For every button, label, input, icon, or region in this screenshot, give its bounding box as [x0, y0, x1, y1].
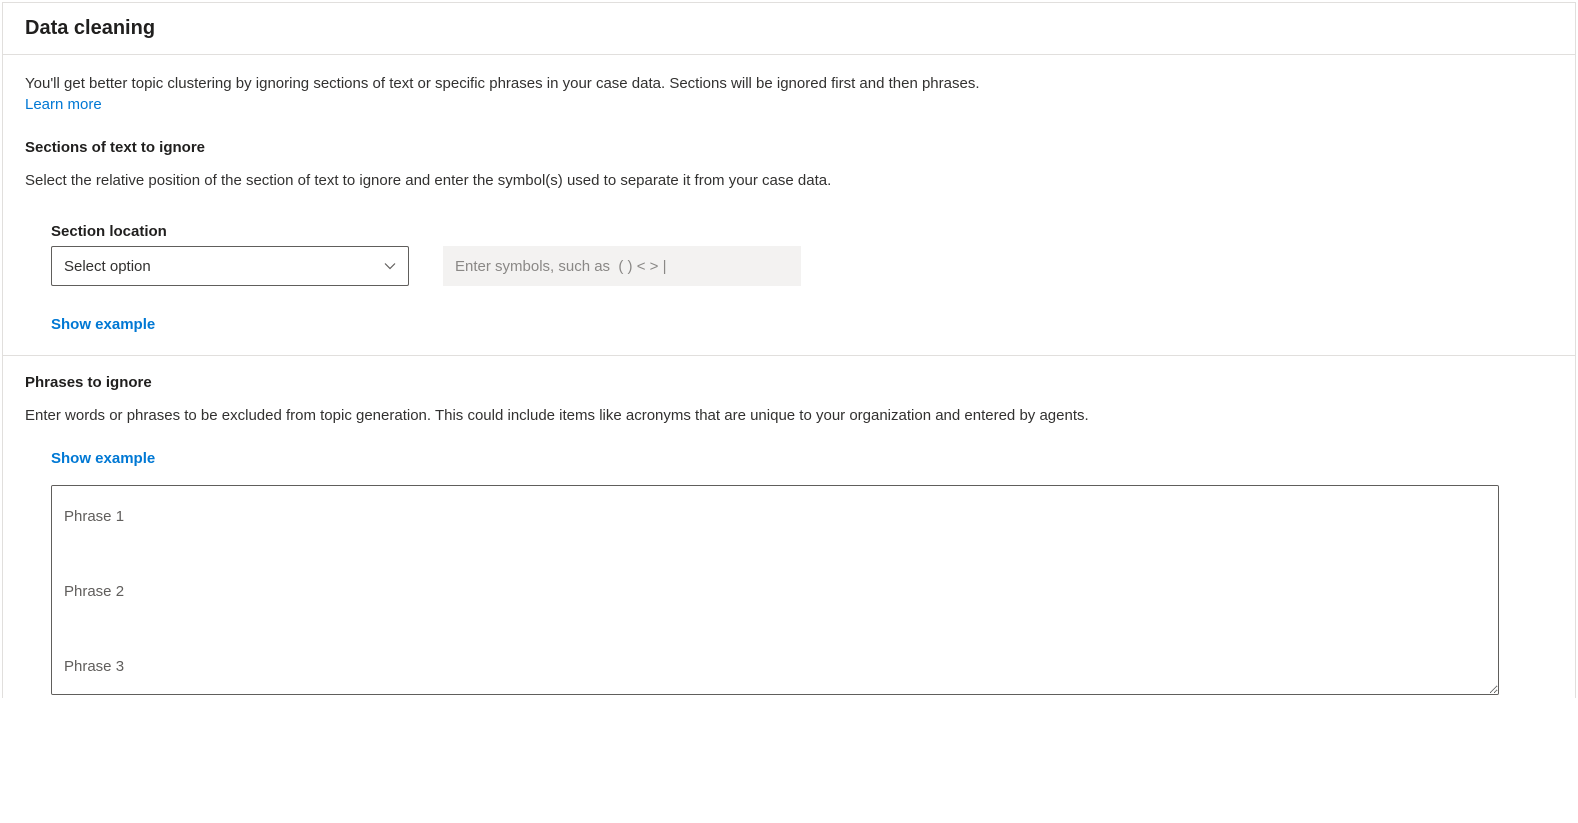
data-cleaning-panel: Data cleaning You'll get better topic cl…	[2, 2, 1576, 698]
show-example-sections-link[interactable]: Show example	[51, 316, 155, 333]
section-location-row: Section location Select option	[51, 223, 1553, 286]
phrases-textarea[interactable]	[51, 485, 1499, 695]
phrases-description: Enter words or phrases to be excluded fr…	[25, 405, 1275, 426]
phrases-heading: Phrases to ignore	[25, 374, 1553, 391]
section-location-select-value: Select option	[64, 258, 151, 275]
section-location-select-wrap: Select option	[51, 246, 409, 286]
section-location-field: Section location Select option	[51, 223, 409, 286]
section-location-label: Section location	[51, 223, 409, 240]
learn-more-link[interactable]: Learn more	[25, 96, 102, 113]
show-example-phrases-link[interactable]: Show example	[51, 450, 155, 467]
page-title: Data cleaning	[25, 17, 1553, 40]
sections-description: Select the relative position of the sect…	[25, 170, 1275, 191]
symbols-field	[443, 246, 801, 286]
panel-body: You'll get better topic clustering by ig…	[3, 55, 1575, 698]
sections-to-ignore-block: Sections of text to ignore Select the re…	[25, 139, 1553, 355]
phrases-to-ignore-block: Phrases to ignore Enter words or phrases…	[25, 356, 1553, 698]
sections-heading: Sections of text to ignore	[25, 139, 1553, 156]
panel-header: Data cleaning	[3, 3, 1575, 55]
symbols-input[interactable]	[443, 246, 801, 286]
intro-text: You'll get better topic clustering by ig…	[25, 73, 1553, 94]
section-location-select[interactable]: Select option	[51, 246, 409, 286]
phrases-textarea-wrap	[25, 485, 1553, 698]
